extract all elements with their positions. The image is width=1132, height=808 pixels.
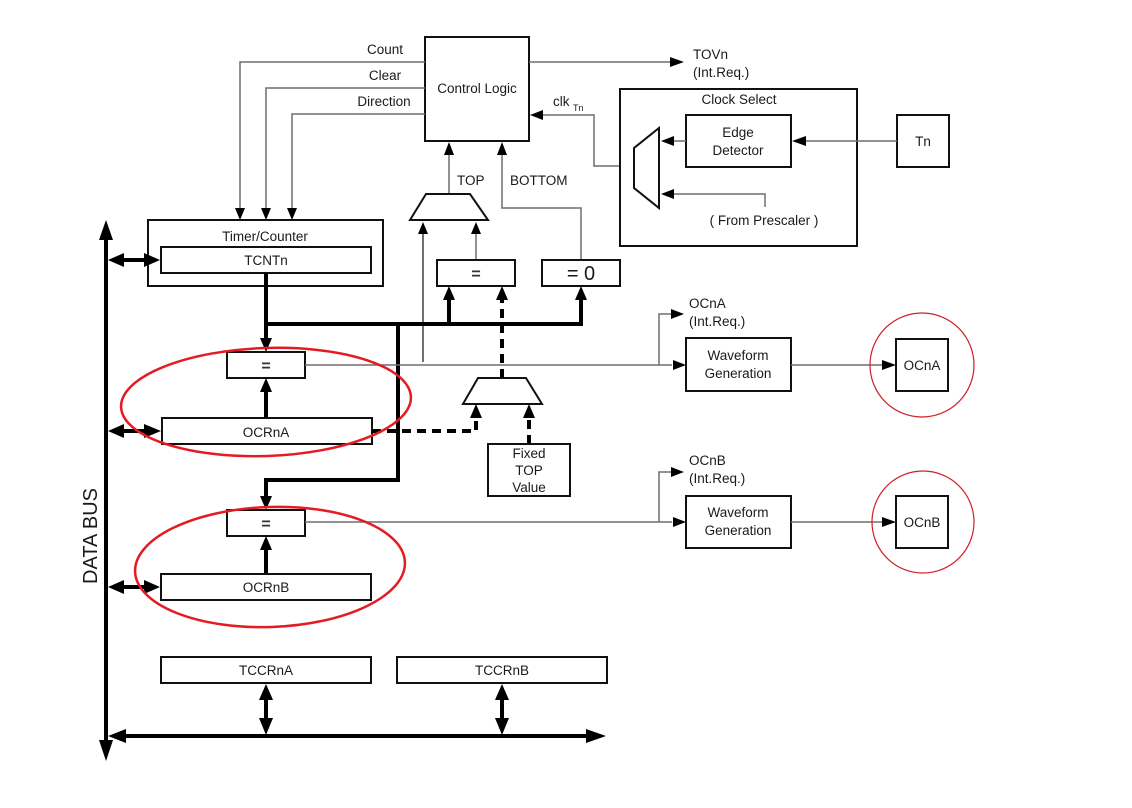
wgm-b-to-pin-arrow-icon xyxy=(882,517,896,527)
waveform-b-label-1: Waveform xyxy=(707,505,768,520)
count-arrow-icon xyxy=(235,208,245,220)
ocna-int-line xyxy=(658,313,672,365)
tcnt-to-top-comp-arrow-icon xyxy=(443,286,455,300)
bus-to-tccrnb-arrow-icon xyxy=(495,684,509,735)
tovn-label: TOVn xyxy=(693,47,728,62)
compare-b-label: = xyxy=(261,516,270,533)
waveform-a-label-1: Waveform xyxy=(707,348,768,363)
count-label: Count xyxy=(367,42,403,57)
edge-detector-block xyxy=(685,114,792,168)
bus-to-tccrna-arrow-icon xyxy=(259,684,273,735)
compare-a-to-wgm-arrow-icon xyxy=(673,360,686,370)
data-bus-up-arrow-icon xyxy=(99,220,113,240)
ocna-int-label-1: OCnA xyxy=(689,296,726,311)
fixed-top-to-mux-arrow-icon xyxy=(523,404,535,418)
top-comparator-label: = xyxy=(471,266,480,283)
tn-label: Tn xyxy=(915,134,931,149)
tccrna-label: TCCRnA xyxy=(239,663,293,678)
direction-label: Direction xyxy=(357,94,410,109)
tcntn-label: TCNTn xyxy=(244,253,288,268)
fixed-top-mux xyxy=(461,377,544,405)
ocna-int-arrow-icon xyxy=(671,309,684,319)
wgm-a-to-pin-arrow-icon xyxy=(882,360,896,370)
clk-label: clk xyxy=(553,94,570,109)
bottom-comparator-label: = 0 xyxy=(567,263,595,285)
ocrnb-to-compare-b-arrow-icon xyxy=(260,536,272,550)
ocnb-int-label-2: (Int.Req.) xyxy=(689,471,745,486)
fixed-top-label-2: TOP xyxy=(515,463,543,478)
timer-counter-label: Timer/Counter xyxy=(222,229,308,244)
ocrna-to-compare-a-arrow-icon xyxy=(260,378,272,392)
bottom-arrow-icon xyxy=(497,142,507,155)
tcnt-to-eq-b xyxy=(264,324,400,498)
bottom-line xyxy=(501,153,582,260)
tcnt-to-bottom-comp-arrow-icon xyxy=(575,286,587,300)
bus-to-ocrna-arrow-icon xyxy=(108,424,161,438)
ocrna-to-mux-arrow-icon xyxy=(470,404,482,418)
clock-select-label: Clock Select xyxy=(701,92,776,107)
edge-detector-label-1: Edge xyxy=(722,125,754,140)
clk-subscript: Tn xyxy=(573,103,584,113)
ocnb-int-line xyxy=(658,471,672,522)
direction-line xyxy=(291,113,425,210)
eq-top-to-mux-arrow-icon xyxy=(471,222,481,234)
bottom-label: BOTTOM xyxy=(510,173,568,188)
count-line xyxy=(239,61,425,210)
ocrnb-label: OCRnB xyxy=(243,580,290,595)
fixed-top-label-1: Fixed xyxy=(512,446,545,461)
top-mux xyxy=(408,193,490,221)
waveform-generation-b-block xyxy=(685,495,792,549)
ocnb-int-label-1: OCnB xyxy=(689,453,726,468)
from-prescaler-label: ( From Prescaler ) xyxy=(710,213,819,228)
ocna-pin-label: OCnA xyxy=(904,358,941,373)
mux-to-top-comp-arrow-icon xyxy=(496,286,508,300)
control-logic-label: Control Logic xyxy=(437,81,517,96)
fixed-top-label-3: Value xyxy=(512,480,546,495)
clear-label: Clear xyxy=(369,68,402,83)
timer-counter-block-diagram: Control Logic Count Clear Direction TOVn… xyxy=(80,36,975,761)
ocna-int-label-2: (Int.Req.) xyxy=(689,314,745,329)
data-bus-label: DATA BUS xyxy=(80,488,102,584)
ocnb-pin-label: OCnB xyxy=(904,515,941,530)
top-label: TOP xyxy=(457,173,485,188)
tovn-arrow-icon xyxy=(670,57,684,67)
compare-a-label: = xyxy=(261,358,270,375)
ocrna-label: OCRnA xyxy=(243,425,290,440)
edge-detector-label-2: Detector xyxy=(712,143,764,158)
top-arrow-icon xyxy=(444,142,454,155)
clear-arrow-icon xyxy=(261,208,271,220)
tovn-int-label: (Int.Req.) xyxy=(693,65,749,80)
direction-arrow-icon xyxy=(287,208,297,220)
waveform-generation-a-block xyxy=(685,337,792,392)
clk-arrow-icon xyxy=(530,110,543,120)
waveform-a-label-2: Generation xyxy=(705,366,772,381)
tcnt-to-eq-a-arrow-icon xyxy=(260,338,272,352)
data-bus-down-arrow-icon xyxy=(99,740,113,761)
tccrnb-label: TCCRnB xyxy=(475,663,529,678)
compare-b-to-wgm-arrow-icon xyxy=(673,517,686,527)
mux-left-input-arrow-icon xyxy=(418,222,428,234)
waveform-b-label-2: Generation xyxy=(705,523,772,538)
ocnb-int-arrow-icon xyxy=(671,467,684,477)
data-bus-right-arrow-icon xyxy=(586,729,606,743)
bus-to-ocrnb-arrow-icon xyxy=(108,580,160,594)
